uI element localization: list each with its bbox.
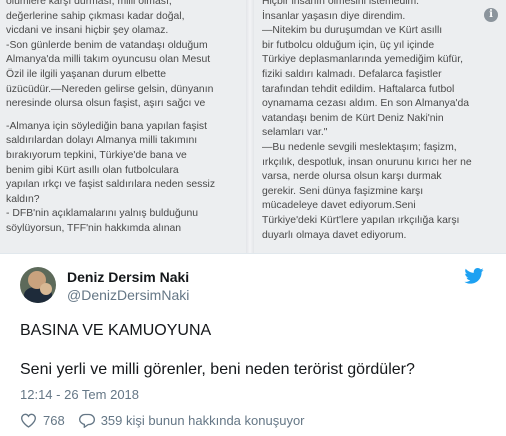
letter-line: fiziki saldırı kalmadı. Defalarca faşist…	[262, 68, 442, 80]
letter-line: neresinde olursa olsun faşist, aşırı sağ…	[6, 98, 206, 110]
letter-line: —Nitekim bu duruşumdan ve Kürt asıllı	[262, 25, 443, 37]
letter-line: duyarlı olmaya davet ediyorum.	[262, 229, 407, 241]
tweet-text-line-2: Seni yerli ve milli görenler, beni neden…	[20, 361, 415, 378]
letter-line: ölümlere karşı durması, milli olması,	[6, 0, 172, 7]
letter-line: üzücüdür.—Nereden gelirse gelsin, dünyan…	[6, 83, 214, 95]
letter-line: saldırılardan dolayı Almanya milli takım…	[6, 135, 198, 147]
user-name[interactable]: Deniz Dersim Naki	[67, 269, 189, 285]
letter-line: bir futbolcu olduğum için, üç yıl içinde	[262, 39, 435, 51]
letter-line: kaldın?	[6, 193, 40, 205]
letter-line: oynamama cezası aldım. En son Almanya'da	[262, 98, 470, 110]
letter-line: - DFB'nin açıklamalarını yalnış bulduğun…	[6, 208, 198, 220]
heart-icon[interactable]	[20, 413, 37, 428]
letter-line: ırkçılık, despotluk, insan onurunu kırıc…	[262, 156, 472, 168]
info-icon[interactable]: i	[484, 8, 498, 22]
letter-line: -Almanya için söylediğin bana yapılan fa…	[6, 120, 207, 132]
letter-line: yapılan ırkçı ve faşist saldırılara nede…	[6, 179, 216, 191]
letter-line: varsa, nerde olursa olsun karşı durmak	[262, 171, 442, 183]
likes-count[interactable]: 768	[43, 413, 65, 428]
user-handle[interactable]: @DenizDersimNaki	[67, 287, 189, 303]
reply-bubble-icon[interactable]	[78, 413, 95, 428]
letter-line: tarafından tehdit edildim. Haftalarca fu…	[262, 83, 455, 95]
letter-line: vatandaşı benim de Kürt Deniz Naki'nin	[262, 112, 444, 124]
letter-line: selamları var."	[262, 127, 328, 139]
tweet-text-line-1: BASINA VE KAMUOYUNA	[20, 322, 212, 339]
tweet-timestamp[interactable]: 12:14 - 26 Tem 2018	[20, 387, 139, 402]
letter-right-column: Hiçbir insanın ölmesini istemedim. İnsanl…	[262, 0, 500, 243]
letter-line: Almanya'da milli takım oyuncusu olan Mes…	[6, 54, 211, 66]
conversation-count[interactable]: 359 kişi bunun hakkında konuşuyor	[101, 413, 305, 428]
letter-line: Türkiye deplasmanlarında yemediğim küfür…	[262, 54, 463, 66]
letter-line: vicdani ve insani hiçbir şey olamaz.	[6, 25, 169, 37]
avatar[interactable]	[20, 267, 56, 303]
letter-line: Hiçbir insanın ölmesini istemedim.	[262, 0, 420, 7]
letter-line: mücadeleye davet ediyorum.Seni	[262, 200, 416, 212]
letter-line: söylüyorsun, TFF'nin hakkımda alınan	[6, 222, 182, 234]
letter-line: benim gibi Kürt asıllı olan futbolculara	[6, 164, 179, 176]
twitter-bird-icon[interactable]	[464, 268, 484, 284]
letter-photo: ölümlere karşı durması, milli olması, değ…	[0, 0, 506, 253]
tweet-actions: 768 359 kişi bunun hakkında konuşuyor	[20, 413, 305, 428]
letter-line	[6, 112, 242, 120]
page-fold	[246, 0, 254, 253]
letter-line: İnsanlar yaşasın diye direndim.	[262, 10, 406, 22]
letter-line: Türkiye'deki Kürt'lere yapılan ırkçılığa…	[262, 214, 460, 226]
letter-line: Özil ile ilgili yaşanan durum elbette	[6, 68, 166, 80]
letter-line: —Bu nedenle sevgili meslektaşım; faşizm,	[262, 141, 457, 153]
letter-line: gerekir. Seni dünya faşizmine karşı	[262, 185, 424, 197]
letter-line: -Son günlerde benim de vatandaşı olduğum	[6, 39, 208, 51]
letter-line: değerlerine sahip çıkması kadar doğal,	[6, 10, 185, 22]
tweet-card: Deniz Dersim Naki @DenizDersimNaki BASIN…	[0, 253, 506, 436]
letter-left-column: ölümlere karşı durması, milli olması, değ…	[6, 0, 242, 237]
letter-line: bırakıyorum tepkini, Türkiye'de bana ve	[6, 149, 187, 161]
